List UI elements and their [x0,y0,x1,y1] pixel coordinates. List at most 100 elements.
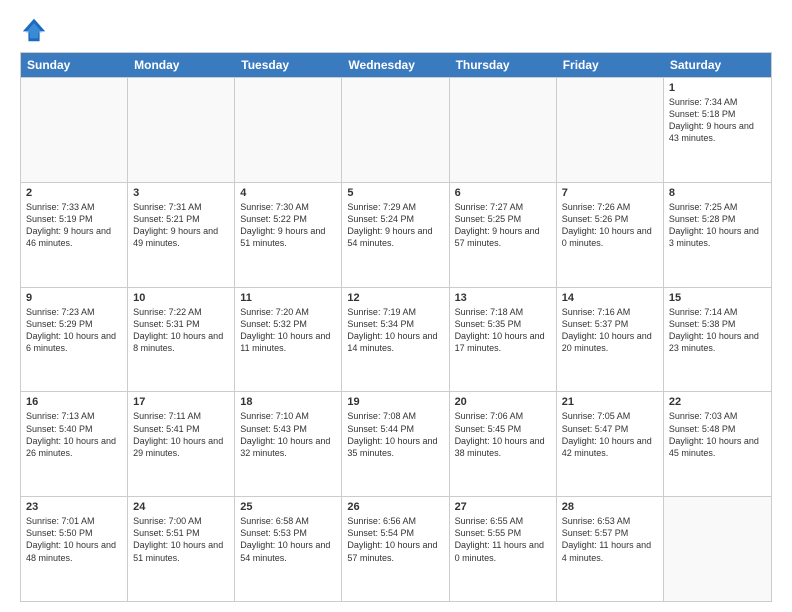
day-number: 8 [669,187,766,199]
day-number: 21 [562,396,658,408]
day-number: 20 [455,396,551,408]
day-info: Sunrise: 7:34 AM Sunset: 5:18 PM Dayligh… [669,96,766,145]
day-number: 16 [26,396,122,408]
calendar-cell [21,78,128,182]
day-number: 11 [240,292,336,304]
day-info: Sunrise: 6:55 AM Sunset: 5:55 PM Dayligh… [455,515,551,564]
day-info: Sunrise: 7:03 AM Sunset: 5:48 PM Dayligh… [669,410,766,459]
day-number: 1 [669,82,766,94]
day-number: 6 [455,187,551,199]
calendar-cell: 22 Sunrise: 7:03 AM Sunset: 5:48 PM Dayli… [664,392,771,496]
day-info: Sunrise: 6:58 AM Sunset: 5:53 PM Dayligh… [240,515,336,564]
day-number: 22 [669,396,766,408]
weekday-header: Monday [128,53,235,77]
day-number: 5 [347,187,443,199]
calendar-row: 23 Sunrise: 7:01 AM Sunset: 5:50 PM Dayli… [21,496,771,601]
day-info: Sunrise: 7:20 AM Sunset: 5:32 PM Dayligh… [240,306,336,355]
calendar-cell: 13Sunrise: 7:18 AM Sunset: 5:35 PM Dayli… [450,288,557,392]
day-info: Sunrise: 7:33 AM Sunset: 5:19 PM Dayligh… [26,201,122,250]
day-info: Sunrise: 7:08 AM Sunset: 5:44 PM Dayligh… [347,410,443,459]
calendar-cell: 11 Sunrise: 7:20 AM Sunset: 5:32 PM Dayli… [235,288,342,392]
calendar-cell: 28 Sunrise: 6:53 AM Sunset: 5:57 PM Dayli… [557,497,664,601]
calendar-body: 1 Sunrise: 7:34 AM Sunset: 5:18 PM Daylig… [21,77,771,601]
day-info: Sunrise: 7:14 AM Sunset: 5:38 PM Dayligh… [669,306,766,355]
calendar-cell: 14 Sunrise: 7:16 AM Sunset: 5:37 PM Dayli… [557,288,664,392]
weekday-header: Friday [557,53,664,77]
calendar-cell: 1 Sunrise: 7:34 AM Sunset: 5:18 PM Daylig… [664,78,771,182]
calendar-cell: 23 Sunrise: 7:01 AM Sunset: 5:50 PM Dayli… [21,497,128,601]
header [20,16,772,44]
day-info: Sunrise: 6:56 AM Sunset: 5:54 PM Dayligh… [347,515,443,564]
calendar-cell: 20 Sunrise: 7:06 AM Sunset: 5:45 PM Dayli… [450,392,557,496]
day-number: 2 [26,187,122,199]
calendar-cell [342,78,449,182]
day-info: Sunrise: 7:00 AM Sunset: 5:51 PM Dayligh… [133,515,229,564]
calendar-cell: 26 Sunrise: 6:56 AM Sunset: 5:54 PM Dayli… [342,497,449,601]
day-number: 10 [133,292,229,304]
calendar-header: SundayMondayTuesdayWednesdayThursdayFrid… [21,53,771,77]
calendar-row: 1 Sunrise: 7:34 AM Sunset: 5:18 PM Daylig… [21,77,771,182]
weekday-header: Tuesday [235,53,342,77]
day-number: 24 [133,501,229,513]
calendar-cell: 10 Sunrise: 7:22 AM Sunset: 5:31 PM Dayli… [128,288,235,392]
calendar-cell: 12 Sunrise: 7:19 AM Sunset: 5:34 PM Dayli… [342,288,449,392]
day-info: Sunrise: 6:53 AM Sunset: 5:57 PM Dayligh… [562,515,658,564]
day-info: Sunrise: 7:11 AM Sunset: 5:41 PM Dayligh… [133,410,229,459]
calendar-cell: 8 Sunrise: 7:25 AM Sunset: 5:28 PM Daylig… [664,183,771,287]
day-info: Sunrise: 7:23 AM Sunset: 5:29 PM Dayligh… [26,306,122,355]
calendar-cell [450,78,557,182]
day-number: 25 [240,501,336,513]
day-info: Sunrise: 7:22 AM Sunset: 5:31 PM Dayligh… [133,306,229,355]
weekday-header: Sunday [21,53,128,77]
weekday-header: Wednesday [342,53,449,77]
calendar-cell: 6 Sunrise: 7:27 AM Sunset: 5:25 PM Daylig… [450,183,557,287]
day-number: 14 [562,292,658,304]
page: SundayMondayTuesdayWednesdayThursdayFrid… [0,0,792,612]
calendar-cell: 2 Sunrise: 7:33 AM Sunset: 5:19 PM Daylig… [21,183,128,287]
calendar-cell: 17 Sunrise: 7:11 AM Sunset: 5:41 PM Dayli… [128,392,235,496]
day-info: Sunrise: 7:01 AM Sunset: 5:50 PM Dayligh… [26,515,122,564]
day-number: 26 [347,501,443,513]
calendar-cell [128,78,235,182]
day-info: Sunrise: 7:05 AM Sunset: 5:47 PM Dayligh… [562,410,658,459]
day-info: Sunrise: 7:16 AM Sunset: 5:37 PM Dayligh… [562,306,658,355]
day-info: Sunrise: 7:25 AM Sunset: 5:28 PM Dayligh… [669,201,766,250]
weekday-header: Saturday [664,53,771,77]
day-number: 28 [562,501,658,513]
calendar-cell: 5 Sunrise: 7:29 AM Sunset: 5:24 PM Daylig… [342,183,449,287]
day-info: Sunrise: 7:10 AM Sunset: 5:43 PM Dayligh… [240,410,336,459]
day-number: 13 [455,292,551,304]
day-info: Sunrise: 7:31 AM Sunset: 5:21 PM Dayligh… [133,201,229,250]
calendar-cell: 9 Sunrise: 7:23 AM Sunset: 5:29 PM Daylig… [21,288,128,392]
day-number: 12 [347,292,443,304]
day-info: Sunrise: 7:19 AM Sunset: 5:34 PM Dayligh… [347,306,443,355]
logo [20,16,50,44]
calendar-cell: 7 Sunrise: 7:26 AM Sunset: 5:26 PM Daylig… [557,183,664,287]
calendar: SundayMondayTuesdayWednesdayThursdayFrid… [20,52,772,602]
calendar-cell: 21 Sunrise: 7:05 AM Sunset: 5:47 PM Dayli… [557,392,664,496]
day-info: Sunrise: 7:06 AM Sunset: 5:45 PM Dayligh… [455,410,551,459]
day-info: Sunrise: 7:13 AM Sunset: 5:40 PM Dayligh… [26,410,122,459]
calendar-cell: 15Sunrise: 7:14 AM Sunset: 5:38 PM Dayli… [664,288,771,392]
calendar-cell: 24 Sunrise: 7:00 AM Sunset: 5:51 PM Dayli… [128,497,235,601]
calendar-cell: 16 Sunrise: 7:13 AM Sunset: 5:40 PM Dayli… [21,392,128,496]
day-info: Sunrise: 7:26 AM Sunset: 5:26 PM Dayligh… [562,201,658,250]
day-number: 17 [133,396,229,408]
calendar-row: 16 Sunrise: 7:13 AM Sunset: 5:40 PM Dayli… [21,391,771,496]
day-number: 23 [26,501,122,513]
calendar-cell [664,497,771,601]
day-info: Sunrise: 7:27 AM Sunset: 5:25 PM Dayligh… [455,201,551,250]
weekday-header: Thursday [450,53,557,77]
calendar-cell: 4 Sunrise: 7:30 AM Sunset: 5:22 PM Daylig… [235,183,342,287]
day-info: Sunrise: 7:29 AM Sunset: 5:24 PM Dayligh… [347,201,443,250]
day-number: 18 [240,396,336,408]
calendar-cell: 3Sunrise: 7:31 AM Sunset: 5:21 PM Daylig… [128,183,235,287]
day-number: 9 [26,292,122,304]
day-info: Sunrise: 7:30 AM Sunset: 5:22 PM Dayligh… [240,201,336,250]
calendar-cell: 19 Sunrise: 7:08 AM Sunset: 5:44 PM Dayli… [342,392,449,496]
calendar-row: 9 Sunrise: 7:23 AM Sunset: 5:29 PM Daylig… [21,287,771,392]
day-number: 7 [562,187,658,199]
day-number: 19 [347,396,443,408]
calendar-cell: 18 Sunrise: 7:10 AM Sunset: 5:43 PM Dayli… [235,392,342,496]
day-number: 4 [240,187,336,199]
